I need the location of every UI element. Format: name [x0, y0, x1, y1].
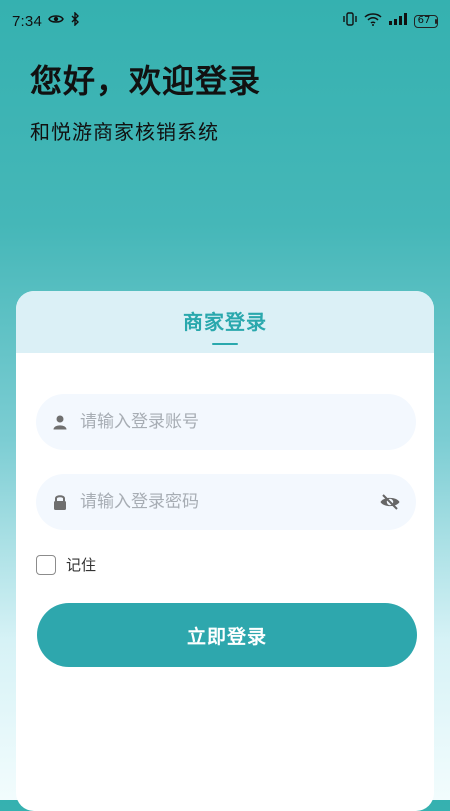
hero-subtitle: 和悦游商家核销系统	[30, 120, 219, 144]
remember-row[interactable]: 记住	[36, 554, 96, 575]
card-title: 商家登录	[183, 309, 267, 334]
eye-icon	[48, 13, 64, 29]
account-input[interactable]	[78, 411, 402, 433]
card-header: 商家登录	[16, 291, 434, 353]
card-title-underline	[212, 342, 238, 345]
lock-icon	[50, 492, 70, 512]
signal-icon	[388, 12, 408, 30]
status-right: 67	[342, 12, 438, 30]
login-button[interactable]: 立即登录	[37, 603, 417, 667]
hero-title: 您好，欢迎登录	[30, 62, 262, 100]
login-card: 商家登录 记住 立即登录	[16, 291, 434, 811]
status-left: 7:34	[12, 11, 80, 30]
status-time: 7:34	[12, 12, 42, 30]
wifi-icon	[364, 12, 382, 30]
password-input[interactable]	[78, 491, 378, 513]
eye-off-icon[interactable]	[378, 490, 402, 514]
status-bar: 7:34 67	[0, 0, 450, 42]
hero: 您好，欢迎登录 和悦游商家核销系统	[30, 56, 261, 145]
battery-level: 67	[417, 15, 431, 26]
battery-icon: 67	[414, 14, 438, 28]
account-field[interactable]	[36, 394, 416, 450]
remember-checkbox[interactable]	[36, 554, 56, 575]
remember-label: 记住	[66, 556, 97, 574]
password-field[interactable]	[36, 474, 416, 530]
user-icon	[50, 412, 70, 432]
bluetooth-icon	[70, 11, 80, 30]
vibrate-icon	[342, 12, 358, 30]
